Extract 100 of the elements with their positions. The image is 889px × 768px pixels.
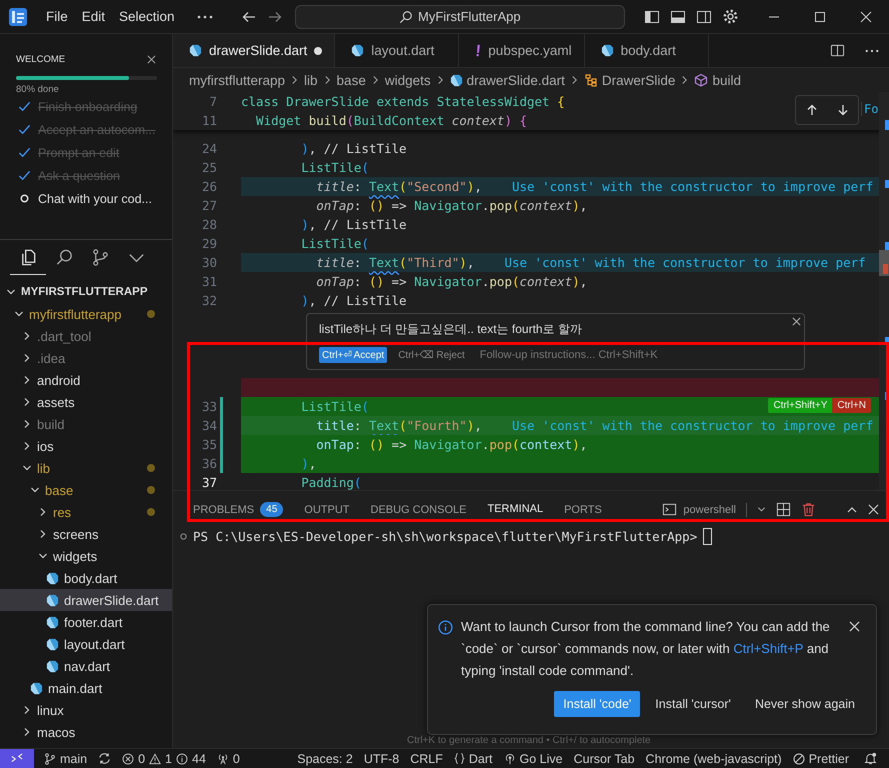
close-icon[interactable]	[849, 621, 860, 632]
panel-tab[interactable]: PROBLEMS 45	[193, 498, 284, 521]
code-line: ), // ListTile	[300, 140, 408, 158]
language-status[interactable]: Dart	[454, 752, 493, 766]
sidebar-toggle-icon[interactable]	[644, 8, 660, 24]
diff-action-button[interactable]: Ctrl+N	[832, 398, 871, 413]
close-icon[interactable]	[147, 55, 156, 64]
tree-item[interactable]: ios	[0, 435, 172, 457]
search-field[interactable]: MyFirstFlutterApp	[294, 4, 625, 28]
notification-button[interactable]: Install 'cursor'	[646, 691, 740, 717]
tree-item[interactable]: android	[0, 369, 172, 391]
shortcut-link[interactable]: Ctrl+Shift+P	[733, 641, 804, 656]
tree-item[interactable]: myfirstflutterapp	[0, 303, 172, 325]
search-icon	[399, 10, 413, 24]
tree-item[interactable]: MYFIRSTFLUTTERAPP	[0, 281, 172, 303]
breadcrumb-item[interactable]: build	[694, 72, 741, 88]
file-type-icon	[46, 594, 59, 606]
status-item[interactable]: Spaces: 2	[297, 752, 353, 766]
panel-toggle-icon[interactable]	[670, 8, 686, 24]
panel-tab[interactable]: OUTPUT	[304, 500, 350, 520]
tree-item[interactable]: .idea	[0, 347, 172, 369]
breadcrumb-item[interactable]: widgets	[384, 72, 431, 88]
tree-item[interactable]: .dart_tool	[0, 325, 172, 347]
tree-item[interactable]: main.dart	[0, 677, 172, 699]
problems-status[interactable]: 0 1 44	[122, 752, 206, 766]
branch-status[interactable]: main	[44, 752, 88, 766]
count-badge: 45	[260, 502, 284, 517]
split-editor-icon[interactable]	[830, 43, 845, 58]
tree-item[interactable]: lib	[0, 457, 172, 479]
close-icon[interactable]	[860, 10, 872, 22]
more-icon[interactable]	[196, 14, 213, 18]
status-item[interactable]: Chrome (web-javascript)	[646, 752, 782, 766]
panel-tab[interactable]: DEBUG CONSOLE	[370, 500, 466, 520]
notification-button[interactable]: Never show again	[746, 691, 864, 717]
sync-icon[interactable]	[98, 752, 112, 765]
tree-item[interactable]: build	[0, 413, 172, 435]
prompt-action-button[interactable]: Ctrl+⏎ Accept	[319, 347, 388, 363]
follow-up-field[interactable]: Follow-up instructions... Ctrl+Shift+K	[476, 349, 792, 361]
breadcrumb-item[interactable]: DrawerSlide	[584, 72, 676, 88]
arrow-up-icon[interactable]	[806, 104, 818, 116]
file-type-icon	[46, 572, 59, 584]
maximize-icon[interactable]	[814, 10, 826, 22]
close-icon[interactable]	[868, 504, 879, 515]
tree-item[interactable]: res	[0, 501, 172, 523]
chevron-down-icon[interactable]	[757, 505, 766, 514]
go-live-status[interactable]: Go Live	[504, 752, 563, 766]
prettier-status[interactable]: Prettier	[792, 752, 849, 766]
tree-item[interactable]: macos	[0, 721, 172, 743]
breadcrumb-item[interactable]: lib	[304, 72, 318, 88]
tree-item[interactable]: widgets	[0, 545, 172, 567]
checklist-item[interactable]: Chat with your cod...	[38, 192, 152, 206]
file-type-icon	[351, 44, 364, 57]
arrow-down-icon[interactable]	[836, 104, 848, 116]
prohibited-icon	[792, 752, 805, 764]
tree-item[interactable]: footer.dart	[0, 611, 172, 633]
remote-icon	[11, 752, 23, 764]
close-icon[interactable]	[792, 317, 801, 326]
line-number: 24	[200, 141, 217, 156]
breadcrumb-item[interactable]: myfirstflutterapp	[189, 72, 286, 88]
panel-tab[interactable]: TERMINAL	[487, 499, 544, 520]
more-icon[interactable]	[865, 48, 879, 52]
notification-button[interactable]: Install 'code'	[554, 691, 640, 717]
tree-item[interactable]: base	[0, 479, 172, 501]
activity-tab[interactable]	[10, 248, 46, 275]
line-number: 7	[208, 94, 217, 109]
welcome-title: WELCOME	[16, 54, 66, 65]
code-line: onTap: () => Navigator.pop(context),	[315, 273, 588, 291]
tree-item[interactable]: linux	[0, 699, 172, 721]
tree-item[interactable]: nav.dart	[0, 655, 172, 677]
editor-tab[interactable]: body.dart	[584, 34, 709, 67]
error-icon	[122, 752, 134, 764]
bell-icon[interactable]	[864, 752, 877, 765]
menu-item[interactable]: Selection	[113, 9, 181, 24]
panel-tab[interactable]: PORTS	[564, 500, 602, 520]
terminal-name[interactable]: powershell	[683, 504, 736, 516]
split-terminal-icon[interactable]	[776, 502, 791, 517]
status-item[interactable]: UTF-8	[364, 752, 400, 766]
chevron-right-icon	[324, 75, 331, 85]
settings-icon[interactable]	[722, 8, 739, 25]
editor-tab[interactable]: drawerSlide.dart	[173, 34, 336, 67]
breadcrumb-item[interactable]: base	[336, 72, 366, 88]
tree-item[interactable]: layout.dart	[0, 633, 172, 655]
menu-item[interactable]: File	[40, 9, 74, 24]
secondary-sidebar-icon[interactable]	[696, 8, 712, 24]
tree-item[interactable]: screens	[0, 523, 172, 545]
prompt-action-button[interactable]: Ctrl+⌫ Reject	[395, 347, 468, 363]
trash-icon[interactable]	[801, 502, 816, 517]
tree-item[interactable]: body.dart	[0, 567, 172, 589]
menu-item[interactable]: Edit	[76, 9, 112, 24]
status-item[interactable]: CRLF	[410, 752, 443, 766]
tree-item[interactable]: drawerSlide.dart	[0, 589, 172, 611]
breadcrumb-item[interactable]: drawerSlide.dart	[450, 72, 565, 88]
notification-message: Want to launch Cursor from the command line? You can add the `code` or `cursor` commands now, or later with Ctrl+Shift+P and typing 'install code command'.	[461, 618, 831, 680]
editor-tab[interactable]: layout.dart	[335, 34, 460, 67]
remote-button[interactable]	[0, 749, 34, 768]
tree-item[interactable]: assets	[0, 391, 172, 413]
line-number: 35	[200, 437, 217, 452]
ports-status[interactable]: 0	[216, 752, 240, 766]
editor-tab[interactable]: pubspec.yaml	[459, 34, 585, 67]
status-item[interactable]: Cursor Tab	[574, 752, 635, 766]
